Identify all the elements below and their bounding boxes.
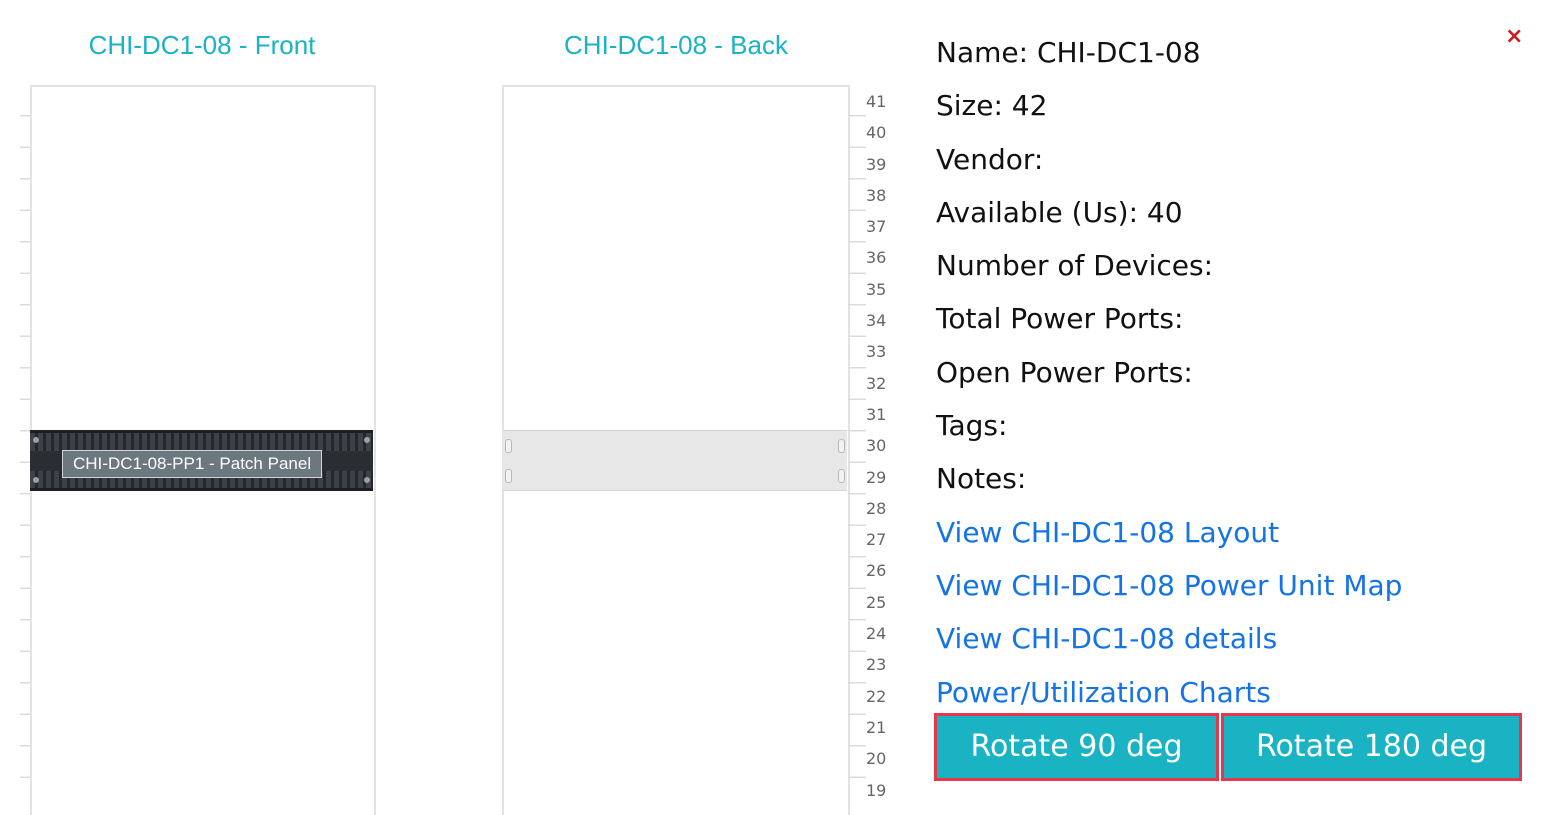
unit-number: 33 bbox=[866, 342, 887, 362]
mount-screw-icon bbox=[33, 477, 39, 483]
rack-vendor: Vendor: bbox=[936, 142, 1044, 176]
rack-total-power-ports: Total Power Ports: bbox=[936, 302, 1184, 336]
unit-number: 29 bbox=[866, 467, 887, 487]
unit-number: 24 bbox=[866, 624, 887, 644]
unit-number: 38 bbox=[866, 185, 887, 205]
unit-number: 31 bbox=[866, 404, 887, 424]
unit-number: 25 bbox=[866, 592, 887, 612]
view-layout-link[interactable]: View CHI-DC1-08 Layout bbox=[936, 516, 1279, 549]
mount-screw-icon bbox=[364, 437, 370, 443]
patch-panel-device[interactable]: CHI-DC1-08-PP1 - Patch Panel bbox=[30, 430, 373, 491]
mount-screw-icon bbox=[33, 437, 39, 443]
rack-info-panel: Name: CHI-DC1-08 Size: 42 Vendor: Availa… bbox=[936, 30, 1496, 723]
unit-number: 41 bbox=[866, 92, 887, 111]
device-label: CHI-DC1-08-PP1 - Patch Panel bbox=[62, 450, 323, 478]
rack-notes: Notes: bbox=[936, 462, 1027, 496]
rack-size: Size: 42 bbox=[936, 89, 1048, 123]
unit-number: 34 bbox=[866, 311, 887, 331]
rotate-90-button[interactable]: Rotate 90 deg bbox=[934, 713, 1219, 781]
rack-name: Name: CHI-DC1-08 bbox=[936, 36, 1201, 69]
rack-available-units: Available (Us): 40 bbox=[936, 195, 1183, 229]
view-details-link[interactable]: View CHI-DC1-08 details bbox=[936, 622, 1277, 655]
unit-number: 40 bbox=[866, 123, 887, 143]
rotate-180-button[interactable]: Rotate 180 deg bbox=[1221, 713, 1522, 781]
rack-tags: Tags: bbox=[936, 409, 1008, 443]
unit-number: 32 bbox=[866, 373, 887, 393]
unit-number: 36 bbox=[866, 248, 887, 268]
rack-number-of-devices: Number of Devices: bbox=[936, 249, 1214, 283]
unit-number: 27 bbox=[866, 530, 887, 550]
rack-open-power-ports: Open Power Ports: bbox=[936, 355, 1193, 389]
mount-slot-icon bbox=[505, 469, 512, 483]
mount-slot-icon bbox=[838, 439, 845, 453]
unit-number: 26 bbox=[866, 561, 887, 581]
back-rack-title: CHI-DC1-08 - Back bbox=[564, 30, 788, 60]
back-blank-panel[interactable] bbox=[503, 430, 847, 491]
mount-screw-icon bbox=[364, 477, 370, 483]
unit-number: 37 bbox=[866, 217, 887, 237]
unit-number: 28 bbox=[866, 498, 887, 518]
unit-numbers: 41 40 39 38 37 36 35 34 33 32 31 30 29 2… bbox=[866, 92, 896, 812]
unit-number: 30 bbox=[866, 436, 887, 456]
unit-number: 19 bbox=[866, 780, 887, 800]
power-utilization-charts-link[interactable]: Power/Utilization Charts bbox=[936, 676, 1271, 709]
unit-number: 35 bbox=[866, 279, 887, 299]
unit-number: 21 bbox=[866, 717, 887, 737]
unit-number: 22 bbox=[866, 686, 887, 706]
unit-number: 39 bbox=[866, 154, 887, 174]
front-rack-ticks bbox=[20, 85, 30, 805]
mount-slot-icon bbox=[505, 439, 512, 453]
back-rack-ticks bbox=[848, 85, 866, 805]
close-button[interactable]: × bbox=[1505, 24, 1523, 49]
mount-slot-icon bbox=[838, 469, 845, 483]
view-power-unit-map-link[interactable]: View CHI-DC1-08 Power Unit Map bbox=[936, 569, 1402, 602]
unit-number: 23 bbox=[866, 655, 887, 675]
front-rack-title: CHI-DC1-08 - Front bbox=[88, 30, 316, 60]
unit-number: 20 bbox=[866, 749, 887, 769]
